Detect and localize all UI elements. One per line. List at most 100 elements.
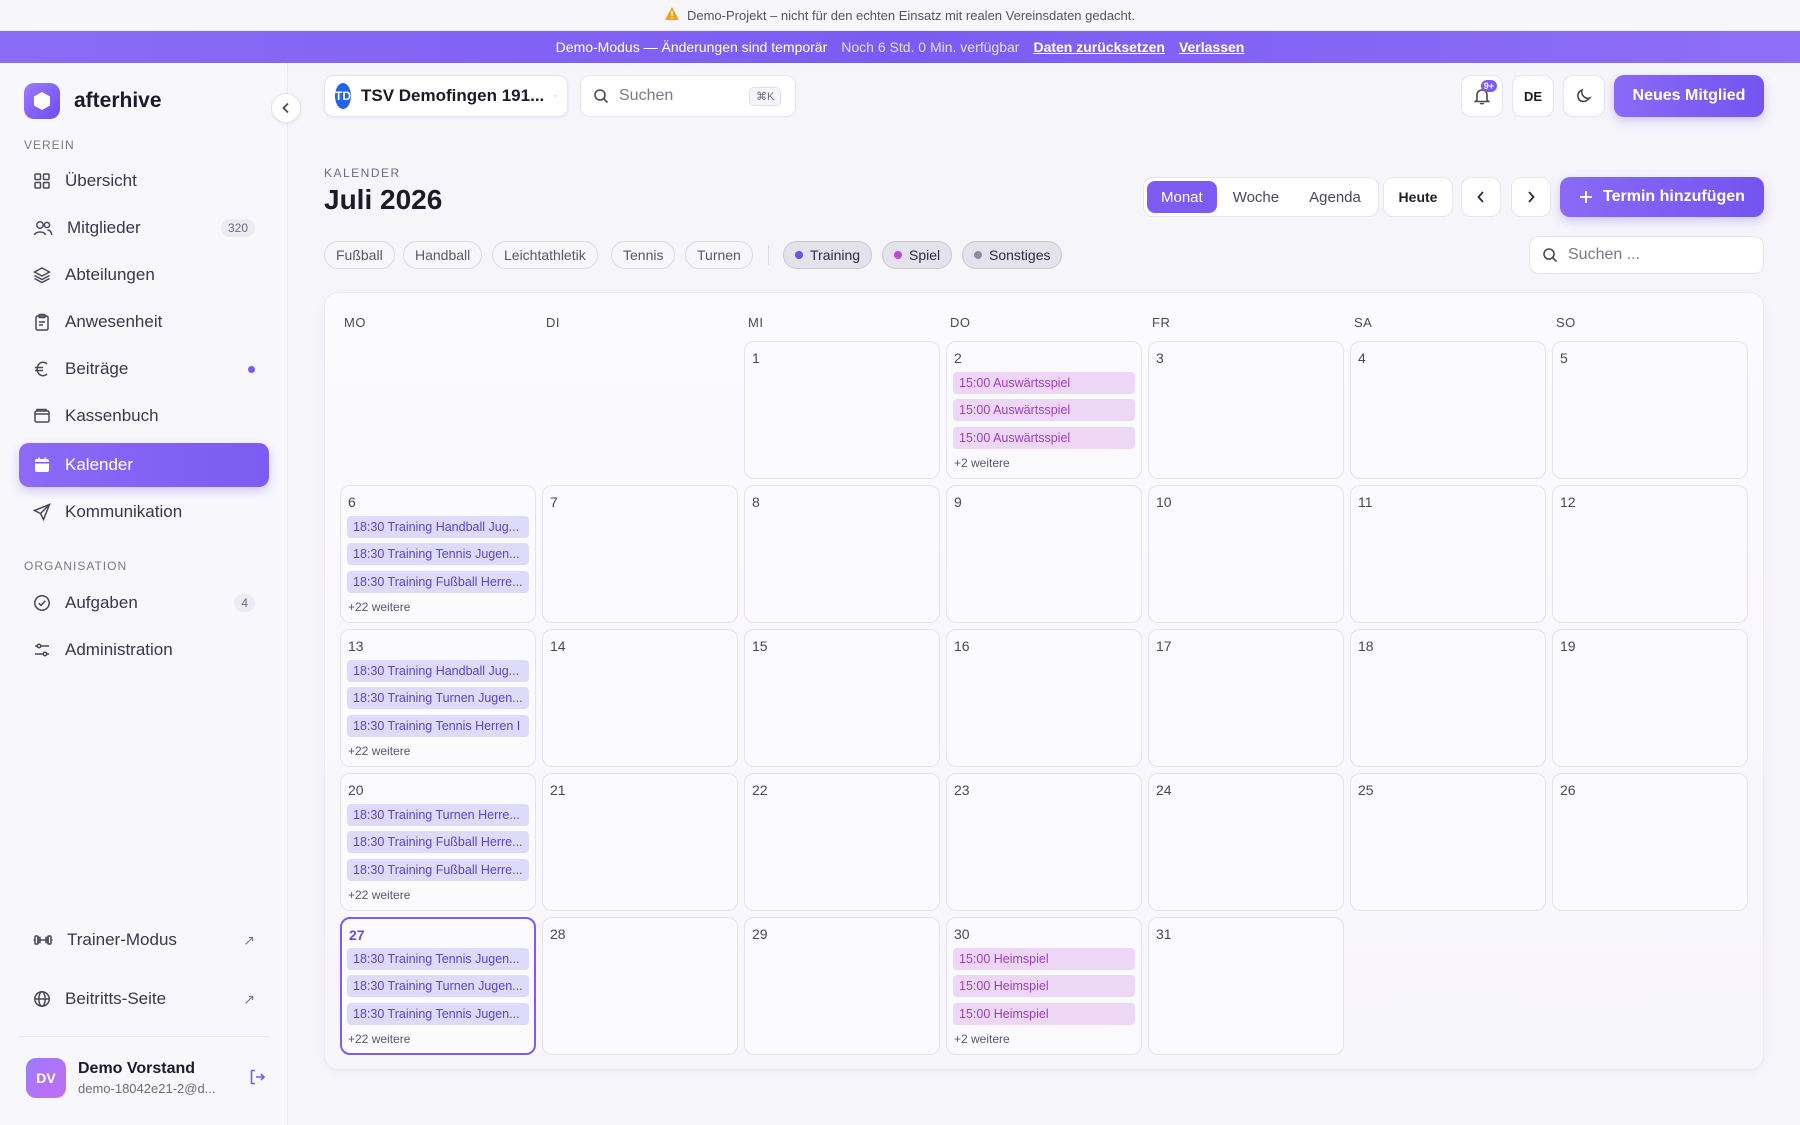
filter-chip-handball[interactable]: Handball (403, 241, 483, 269)
day-cell[interactable]: 31 (1148, 917, 1344, 1055)
day-number: 27 (349, 927, 365, 943)
sidebar-item-members[interactable]: Mitglieder 320 (19, 206, 269, 250)
day-cell[interactable]: 15 (744, 629, 940, 767)
day-cell[interactable]: 11 (1350, 485, 1546, 623)
calendar-event[interactable]: 18:30 Training Tennis Herren I (347, 715, 529, 737)
day-cell[interactable]: 24 (1148, 773, 1344, 911)
filter-chip-leichtathletik[interactable]: Leichtathletik (492, 241, 598, 269)
more-events-link[interactable]: +22 weitere (348, 600, 410, 614)
more-events-link[interactable]: +22 weitere (348, 888, 410, 902)
day-cell[interactable]: 14 (542, 629, 738, 767)
calendar-event[interactable]: 18:30 Training Turnen Herre... (347, 804, 529, 826)
calendar-event[interactable]: 18:30 Training Fußball Herre... (347, 831, 529, 853)
calendar-event[interactable]: 18:30 Training Fußball Herre... (347, 859, 529, 881)
more-events-link[interactable]: +22 weitere (348, 744, 410, 758)
sidebar-item-tasks[interactable]: Aufgaben 4 (19, 581, 269, 625)
prev-month-button[interactable] (1461, 177, 1501, 217)
calendar-event[interactable]: 15:00 Heimspiel (953, 948, 1135, 970)
filter-chip-tennis[interactable]: Tennis (611, 241, 676, 269)
day-cell[interactable]: 3 (1148, 341, 1344, 479)
notifications-button[interactable]: 9+ (1461, 75, 1503, 117)
sidebar-item-calendar[interactable]: Kalender (19, 443, 269, 487)
day-cell[interactable]: 23 (946, 773, 1142, 911)
day-cell[interactable]: 22 (744, 773, 940, 911)
calendar-event[interactable]: 18:30 Training Turnen Jugen... (347, 975, 529, 997)
sidebar-item-fees[interactable]: Beiträge (19, 347, 269, 391)
brand[interactable]: afterhive (24, 83, 162, 119)
sidebar-item-cashbook[interactable]: Kassenbuch (19, 394, 269, 438)
day-cell[interactable]: 19 (1552, 629, 1748, 767)
calendar-event[interactable]: 18:30 Training Fußball Herre... (347, 571, 529, 593)
calendar-event[interactable]: 15:00 Auswärtsspiel (953, 399, 1135, 421)
user-profile[interactable]: DV Demo Vorstand demo-18042e21-2@d... (26, 1058, 266, 1098)
filter-chip-turnen[interactable]: Turnen (685, 241, 753, 269)
calendar-event[interactable]: 18:30 Training Tennis Jugen... (347, 543, 529, 565)
view-agenda-button[interactable]: Agenda (1295, 181, 1375, 213)
language-button[interactable]: DE (1512, 75, 1554, 117)
sidebar-item-overview[interactable]: Übersicht (19, 159, 269, 203)
day-cell[interactable]: 1 (744, 341, 940, 479)
calendar-search-input[interactable] (1568, 246, 1748, 264)
leave-demo-link[interactable]: Verlassen (1179, 39, 1244, 55)
calendar-event[interactable]: 18:30 Training Handball Jug... (347, 516, 529, 538)
search-shortcut: ⌘K (749, 86, 782, 106)
sidebar-item-departments[interactable]: Abteilungen (19, 253, 269, 297)
day-cell[interactable]: 10 (1148, 485, 1344, 623)
calendar-event[interactable]: 15:00 Heimspiel (953, 975, 1135, 997)
more-events-link[interactable]: +2 weitere (954, 1032, 1010, 1046)
filter-chip-sonstiges[interactable]: Sonstiges (962, 241, 1063, 269)
filter-chip-training[interactable]: Training (783, 241, 873, 269)
day-cell[interactable]: 9 (946, 485, 1142, 623)
add-event-button[interactable]: Termin hinzufügen (1560, 177, 1764, 217)
next-month-button[interactable] (1511, 177, 1551, 217)
day-cell[interactable]: 8 (744, 485, 940, 623)
calendar-event[interactable]: 18:30 Training Handball Jug... (347, 660, 529, 682)
day-cell[interactable]: 13 18:30 Training Handball Jug... 18:30 … (340, 629, 536, 767)
day-cell[interactable]: 18 (1350, 629, 1546, 767)
calendar-event[interactable]: 18:30 Training Tennis Jugen... (347, 1003, 529, 1025)
sidebar-item-signup-page[interactable]: Beitritts-Seite ↗ (19, 977, 269, 1021)
collapse-sidebar-button[interactable] (271, 93, 301, 123)
more-events-link[interactable]: +2 weitere (954, 456, 1010, 470)
day-cell-today[interactable]: 27 18:30 Training Tennis Jugen... 18:30 … (340, 917, 536, 1055)
sidebar-item-communication[interactable]: Kommunikation (19, 490, 269, 534)
sidebar-item-administration[interactable]: Administration (19, 628, 269, 672)
reset-data-link[interactable]: Daten zurücksetzen (1033, 39, 1164, 55)
view-week-button[interactable]: Woche (1219, 181, 1293, 213)
logout-icon[interactable] (248, 1068, 266, 1091)
day-cell[interactable]: 7 (542, 485, 738, 623)
global-search[interactable]: ⌘K (580, 75, 796, 117)
club-selector[interactable]: TD TSV Demofingen 191... (324, 75, 568, 117)
new-member-button[interactable]: Neues Mitglied (1614, 75, 1764, 117)
today-button[interactable]: Heute (1383, 177, 1453, 217)
sidebar-item-attendance[interactable]: Anwesenheit (19, 300, 269, 344)
sidebar-item-trainer-mode[interactable]: Trainer-Modus ↗ (19, 918, 269, 962)
day-cell[interactable]: 2 15:00 Auswärtsspiel 15:00 Auswärtsspie… (946, 341, 1142, 479)
day-cell[interactable]: 16 (946, 629, 1142, 767)
view-month-button[interactable]: Monat (1147, 181, 1217, 213)
more-events-link[interactable]: +22 weitere (348, 1032, 410, 1046)
day-cell[interactable]: 26 (1552, 773, 1748, 911)
day-cell[interactable]: 29 (744, 917, 940, 1055)
day-cell[interactable]: 25 (1350, 773, 1546, 911)
day-cell[interactable]: 28 (542, 917, 738, 1055)
day-cell[interactable]: 30 15:00 Heimspiel 15:00 Heimspiel 15:00… (946, 917, 1142, 1055)
day-cell[interactable]: 20 18:30 Training Turnen Herre... 18:30 … (340, 773, 536, 911)
filter-chip-fussball[interactable]: Fußball (324, 241, 395, 269)
day-cell[interactable]: 12 (1552, 485, 1748, 623)
calendar-event[interactable]: 15:00 Auswärtsspiel (953, 427, 1135, 449)
calendar-event[interactable]: 15:00 Auswärtsspiel (953, 372, 1135, 394)
calendar-event[interactable]: 18:30 Training Turnen Jugen... (347, 687, 529, 709)
calendar-event[interactable]: 18:30 Training Tennis Jugen... (347, 948, 529, 970)
calendar-event[interactable]: 15:00 Heimspiel (953, 1003, 1135, 1025)
global-search-input[interactable] (619, 87, 739, 105)
user-email: demo-18042e21-2@d... (78, 1081, 216, 1096)
day-cell[interactable]: 5 (1552, 341, 1748, 479)
day-cell[interactable]: 4 (1350, 341, 1546, 479)
day-cell[interactable]: 21 (542, 773, 738, 911)
calendar-search[interactable] (1529, 236, 1764, 274)
theme-toggle-button[interactable] (1563, 75, 1605, 117)
day-cell[interactable]: 6 18:30 Training Handball Jug... 18:30 T… (340, 485, 536, 623)
day-cell[interactable]: 17 (1148, 629, 1344, 767)
filter-chip-spiel[interactable]: Spiel (882, 241, 953, 269)
